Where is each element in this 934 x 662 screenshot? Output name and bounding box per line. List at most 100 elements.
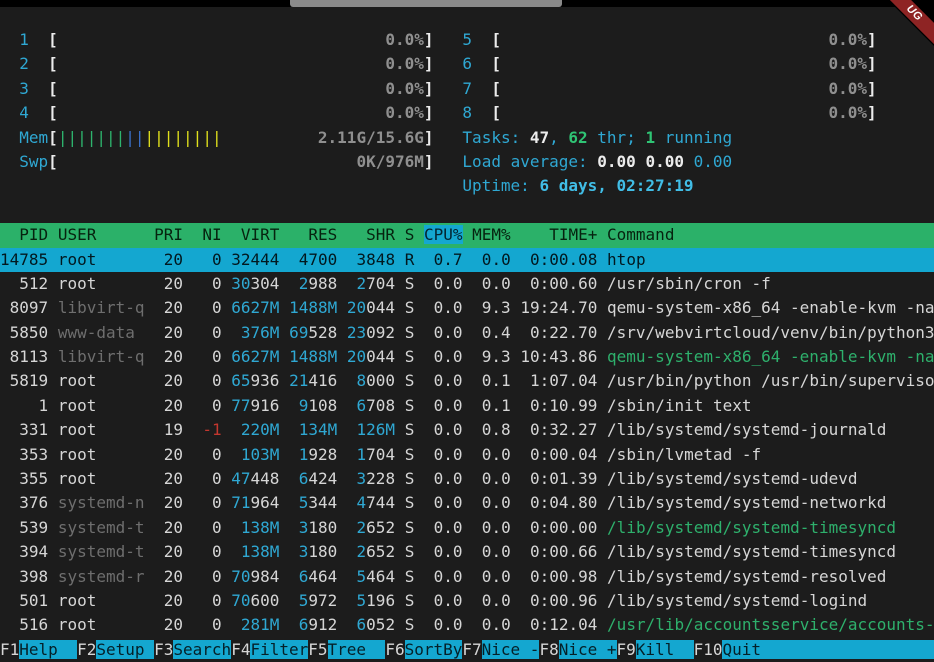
- column-header-command[interactable]: Command: [607, 225, 674, 244]
- top-tab[interactable]: [290, 0, 562, 7]
- process-row-pid-398[interactable]: 398 systemd-r 20 0 70984 6464 5464 S 0.0…: [0, 565, 934, 589]
- cell-shr-value: 23: [347, 323, 366, 342]
- fkey-button-tree[interactable]: Tree: [328, 640, 386, 659]
- cell-virt-value: 47: [231, 469, 250, 488]
- uptime-value: 6 days, 02:27:19: [539, 176, 693, 195]
- fkey-button-setup[interactable]: Setup: [96, 640, 154, 659]
- column-header-pid[interactable]: PID: [0, 225, 48, 244]
- cell-virt-value: 65: [231, 371, 250, 390]
- fkey-label-F10[interactable]: F10: [694, 640, 723, 659]
- cell-pid: 1: [0, 396, 48, 415]
- fkey-label-F6[interactable]: F6: [385, 640, 404, 659]
- cell-pri: 20: [154, 542, 183, 561]
- cell-cpu: 0.0: [424, 567, 463, 586]
- cell-time: 1:07.04: [520, 371, 597, 390]
- cell-state: S: [405, 469, 415, 488]
- fkey-label-F8[interactable]: F8: [539, 640, 558, 659]
- cell-ni: 0: [193, 493, 222, 512]
- cell-user: libvirt-q: [58, 347, 145, 366]
- cell-command: /lib/systemd/systemd-timesyncd: [607, 542, 896, 561]
- fkey-label-F2[interactable]: F2: [77, 640, 96, 659]
- column-header-mem[interactable]: MEM%: [472, 225, 511, 244]
- fkey-label-F7[interactable]: F7: [462, 640, 481, 659]
- fkey-button-filter[interactable]: Filter: [250, 640, 308, 659]
- cell-res-value: 1488M: [289, 347, 337, 366]
- cell-state: S: [405, 518, 415, 537]
- cell-res-value: 3: [299, 542, 309, 561]
- fkey-button-quit[interactable]: Quit: [722, 640, 934, 659]
- cell-mem: 0.4: [472, 323, 511, 342]
- cpu-meter-value-7: 0.0%: [828, 79, 867, 98]
- process-row-pid-8113[interactable]: 8113 libvirt-q 20 0 6627M 1488M 20044 S …: [0, 345, 934, 369]
- cell-res-value: 21: [289, 371, 308, 390]
- column-header-pri[interactable]: PRI: [154, 225, 183, 244]
- cell-res-value: 3: [299, 518, 309, 537]
- fkey-button-nice-[interactable]: Nice +: [559, 640, 617, 659]
- column-header-time[interactable]: TIME+: [520, 225, 597, 244]
- process-row-pid-331[interactable]: 331 root 19 -1 220M 134M 126M S 0.0 0.8 …: [0, 418, 934, 442]
- meter-open-bracket: [: [491, 54, 501, 73]
- process-row-pid-14785[interactable]: 14785 root 20 0 32444 4700 3848 R 0.7 0.…: [0, 248, 934, 272]
- column-header-ni[interactable]: NI: [193, 225, 222, 244]
- cpu-meter-value-2: 0.0%: [385, 54, 424, 73]
- cell-shr-value: 8: [357, 371, 367, 390]
- cell-ni: 0: [193, 323, 222, 342]
- cell-virt-value: 32: [231, 250, 250, 269]
- fkey-button-kill[interactable]: Kill: [636, 640, 694, 659]
- fkey-button-nice-[interactable]: Nice -: [482, 640, 540, 659]
- cell-res-value: 134M: [299, 420, 338, 439]
- cell-shr-value: 4: [357, 493, 367, 512]
- cell-mem: 0.0: [472, 445, 511, 464]
- mem-bar-buffers: ||: [125, 128, 144, 147]
- cell-shr-value: 3: [357, 250, 367, 269]
- meter-open-bracket: [: [491, 30, 501, 49]
- process-row-pid-394[interactable]: 394 systemd-t 20 0 138M 3180 2652 S 0.0 …: [0, 540, 934, 564]
- column-header-cpu[interactable]: CPU%: [424, 225, 463, 244]
- cell-pri: 20: [154, 518, 183, 537]
- cell-state: S: [405, 445, 415, 464]
- cell-pid: 376: [0, 493, 48, 512]
- fkey-label-F5[interactable]: F5: [308, 640, 327, 659]
- process-row-pid-539[interactable]: 539 systemd-t 20 0 138M 3180 2652 S 0.0 …: [0, 516, 934, 540]
- cell-mem: 0.1: [472, 371, 511, 390]
- fkey-button-sortby[interactable]: SortBy: [405, 640, 463, 659]
- process-row-pid-512[interactable]: 512 root 20 0 30304 2988 2704 S 0.0 0.0 …: [0, 272, 934, 296]
- fkey-label-F3[interactable]: F3: [154, 640, 173, 659]
- cell-cpu: 0.0: [424, 469, 463, 488]
- cell-mem: 0.0: [472, 591, 511, 610]
- process-table-header: PID USER PRI NI VIRT RES SHR S CPU% MEM%…: [0, 223, 934, 247]
- cpu-number-8: 8: [462, 103, 472, 122]
- fkey-button-search[interactable]: Search: [173, 640, 231, 659]
- meter-close-bracket: ]: [867, 79, 877, 98]
- column-header-res[interactable]: RES: [289, 225, 337, 244]
- cell-command: qemu-system-x86_64 -enable-kvm -na: [607, 347, 934, 366]
- meter-open-bracket: [: [48, 128, 58, 147]
- fkey-label-F1[interactable]: F1: [0, 640, 19, 659]
- column-header-user[interactable]: USER: [58, 225, 145, 244]
- cpu-meter-line-4: 4 [ 0.0%] 8 [ 0.0%]: [0, 101, 934, 125]
- fkey-label-F9[interactable]: F9: [617, 640, 636, 659]
- process-row-pid-5819[interactable]: 5819 root 20 0 65936 21416 8000 S 0.0 0.…: [0, 369, 934, 393]
- cell-shr-value: 126M: [357, 420, 396, 439]
- process-row-pid-353[interactable]: 353 root 20 0 103M 1928 1704 S 0.0 0.0 0…: [0, 443, 934, 467]
- process-row-pid-5850[interactable]: 5850 www-data 20 0 376M 69528 23092 S 0.…: [0, 321, 934, 345]
- mem-bar-cache: ||||||||: [145, 128, 222, 147]
- cell-virt-value: 70: [231, 567, 250, 586]
- process-row-pid-1[interactable]: 1 root 20 0 77916 9108 6708 S 0.0 0.1 0:…: [0, 394, 934, 418]
- cell-pri: 20: [154, 615, 183, 634]
- process-row-pid-8097[interactable]: 8097 libvirt-q 20 0 6627M 1488M 20044 S …: [0, 296, 934, 320]
- column-header-shr[interactable]: SHR: [347, 225, 395, 244]
- process-row-pid-376[interactable]: 376 systemd-n 20 0 71964 5344 4744 S 0.0…: [0, 491, 934, 515]
- cell-virt-value: 138M: [241, 518, 280, 537]
- cell-cpu: 0.0: [424, 371, 463, 390]
- fkey-label-F4[interactable]: F4: [231, 640, 250, 659]
- cell-pid: 8113: [0, 347, 48, 366]
- meter-close-bracket: ]: [424, 54, 434, 73]
- column-header-s[interactable]: S: [405, 225, 415, 244]
- cell-command: /lib/systemd/systemd-networkd: [607, 493, 886, 512]
- process-row-pid-355[interactable]: 355 root 20 0 47448 6424 3228 S 0.0 0.0 …: [0, 467, 934, 491]
- process-row-pid-516[interactable]: 516 root 20 0 281M 6912 6052 S 0.0 0.0 0…: [0, 613, 934, 637]
- process-row-pid-501[interactable]: 501 root 20 0 70600 5972 5196 S 0.0 0.0 …: [0, 589, 934, 613]
- column-header-virt[interactable]: VIRT: [231, 225, 279, 244]
- fkey-button-help[interactable]: Help: [19, 640, 77, 659]
